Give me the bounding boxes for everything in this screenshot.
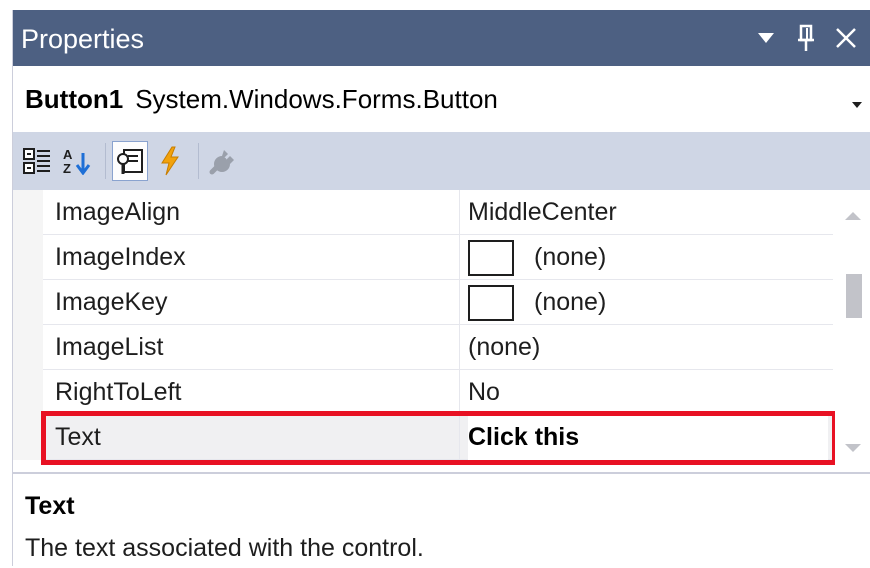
column-divider [459,280,460,325]
properties-window: Properties Button1 System.Windows.Forms.… [12,10,870,568]
property-name: ImageList [55,333,164,361]
property-value: (none) [534,288,607,316]
property-value[interactable]: No [468,370,500,415]
column-divider [459,190,460,235]
description-panel: Text The text associated with the contro… [13,472,870,568]
column-divider [459,415,460,460]
properties-toolbar: A Z [13,132,870,190]
property-grid: ImageAlign MiddleCenter ImageIndex (none… [13,190,870,472]
property-row-imagekey[interactable]: ImageKey (none) [13,280,833,325]
column-divider [459,235,460,280]
property-pages-icon[interactable] [205,141,241,181]
row-gutter [13,325,43,370]
object-type: System.Windows.Forms.Button [135,83,498,114]
property-value: (none) [534,243,607,271]
svg-text:A: A [63,147,73,162]
object-name: Button1 [25,83,124,114]
events-icon[interactable] [152,141,188,181]
property-value-container[interactable]: (none) [468,280,606,325]
image-preview-swatch [468,239,514,276]
property-row-imagelist[interactable]: ImageList (none) [13,325,833,370]
property-value[interactable]: (none) [468,325,540,370]
scrollbar-thumb[interactable] [846,274,862,318]
image-preview-swatch [468,284,514,321]
close-icon[interactable] [831,20,861,56]
row-gutter [13,235,43,280]
description-title: Text [25,492,75,520]
property-row-text[interactable]: Text Click this [13,415,833,460]
property-name: Text [55,423,101,451]
property-name: RightToLeft [55,378,182,406]
column-divider [459,325,460,370]
alphabetical-icon[interactable]: A Z [59,141,95,181]
toolbar-separator [198,143,199,179]
svg-text:Z: Z [63,161,71,175]
title-bar: Properties [13,10,870,66]
toolbar-separator [105,143,106,179]
property-value[interactable]: MiddleCenter [468,190,617,235]
vertical-scrollbar[interactable] [835,190,870,472]
row-gutter [13,415,43,460]
chevron-down-icon[interactable] [851,96,863,114]
scroll-down-icon[interactable] [844,440,862,458]
property-row-imagealign[interactable]: ImageAlign MiddleCenter [13,190,833,235]
window-position-dropdown-icon[interactable] [751,20,781,56]
property-value-input[interactable]: Click this [468,415,828,460]
property-name: ImageKey [55,288,168,316]
property-name: ImageIndex [55,243,186,271]
categorized-icon[interactable] [19,141,55,181]
row-gutter [13,370,43,415]
row-gutter [13,280,43,325]
column-divider [459,370,460,415]
description-text: The text associated with the control. [25,534,424,562]
object-selector[interactable]: Button1 System.Windows.Forms.Button [13,66,870,132]
pin-icon[interactable] [791,20,821,56]
property-row-imageindex[interactable]: ImageIndex (none) [13,235,833,280]
properties-icon[interactable] [112,141,148,181]
row-gutter [13,190,43,235]
window-title: Properties [21,23,145,54]
scroll-up-icon[interactable] [844,208,862,226]
property-value-container[interactable]: (none) [468,235,606,280]
property-row-righttoleft[interactable]: RightToLeft No [13,370,833,415]
property-name: ImageAlign [55,198,181,226]
